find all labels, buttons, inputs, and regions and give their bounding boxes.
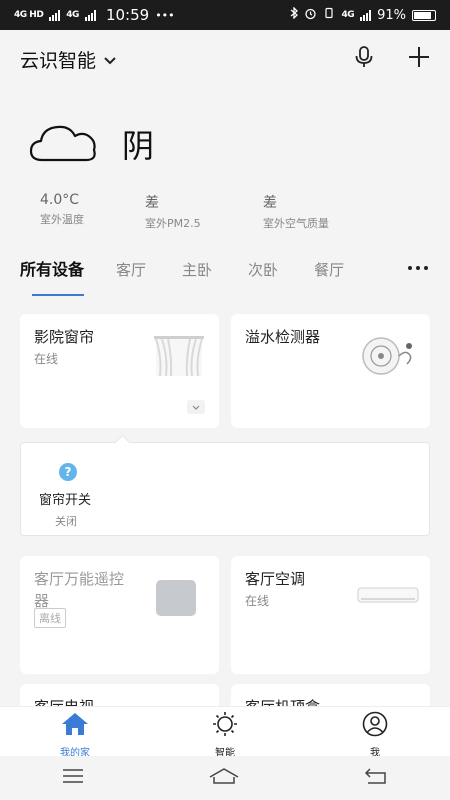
alarm-icon xyxy=(304,7,317,24)
tab-second-bedroom[interactable]: 次卧 xyxy=(248,252,278,288)
add-icon[interactable] xyxy=(408,46,430,72)
cloud-icon xyxy=(28,120,100,168)
header-actions xyxy=(354,46,430,72)
curtain-icon xyxy=(152,334,206,382)
stat-value: 4.0°C xyxy=(40,192,80,208)
room-tabs: 所有设备 客厅 主卧 次卧 餐厅 xyxy=(0,248,450,296)
status-time: 10:59 xyxy=(105,6,150,24)
subdevice-name: 窗帘开关 xyxy=(39,493,92,508)
menu-icon[interactable] xyxy=(62,768,84,788)
signal-bars-icon xyxy=(360,9,372,21)
stat-label: 室外空气质量 xyxy=(263,217,329,230)
stat-value: 差 xyxy=(263,195,277,211)
status-right: 4G 91% xyxy=(290,6,436,24)
stat-label: 室外温度 xyxy=(40,213,84,226)
chevron-down-icon xyxy=(104,48,116,70)
device-card-cinema-curtain[interactable]: 影院窗帘 在线 xyxy=(20,314,219,428)
device-name: 客厅万能遥控器 xyxy=(34,570,125,610)
help-icon: ? xyxy=(59,463,77,481)
chevron-down-icon[interactable] xyxy=(187,400,205,414)
water-sensor-icon xyxy=(359,334,419,382)
subdevice-status: 关闭 xyxy=(55,515,77,528)
weather-summary: 阴 xyxy=(28,120,428,168)
stat-label: 室外PM2.5 xyxy=(145,217,201,230)
vibrate-icon xyxy=(323,7,335,23)
offline-badge: 离线 xyxy=(34,608,66,628)
tab-master-bedroom[interactable]: 主卧 xyxy=(182,252,212,288)
signal-label-2: 4G xyxy=(66,10,79,20)
stat-value: 差 xyxy=(145,195,159,211)
device-card-living-room-ac[interactable]: 客厅空调 在线 xyxy=(231,556,430,674)
home-selector[interactable]: 云识智能 xyxy=(20,46,116,73)
back-icon[interactable] xyxy=(364,767,388,789)
device-status: 在线 xyxy=(34,352,59,366)
signal-label-3: 4G xyxy=(341,10,355,20)
outdoor-pm25: 差 室外PM2.5 xyxy=(145,192,251,231)
device-name: 客厅空调 xyxy=(245,570,306,588)
signal-bars-icon xyxy=(84,9,96,21)
status-bar: 4G HD 4G 10:59 ••• 4G 91% xyxy=(0,0,450,30)
nav-my-home[interactable]: 我的家 xyxy=(15,707,135,759)
weather-panel: 阴 4.0°C 室外温度 差 室外PM2.5 差 室外空气质量 xyxy=(28,120,428,231)
outdoor-air-quality: 差 室外空气质量 xyxy=(263,192,329,231)
battery-icon xyxy=(412,9,436,21)
weather-stats: 4.0°C 室外温度 差 室外PM2.5 差 室外空气质量 xyxy=(28,192,428,231)
tab-all-devices[interactable]: 所有设备 xyxy=(20,252,85,296)
curtain-switch-panel[interactable]: ? 窗帘开关 关闭 xyxy=(20,442,430,536)
tab-living-room[interactable]: 客厅 xyxy=(116,252,146,288)
app-header: 云识智能 xyxy=(0,30,450,88)
microphone-icon[interactable] xyxy=(354,46,374,72)
weather-condition: 阴 xyxy=(122,127,155,165)
sun-icon xyxy=(210,711,240,741)
signal-bars-icon xyxy=(49,9,61,21)
signal-label-1: 4G HD xyxy=(14,10,44,20)
status-left: 4G HD 4G 10:59 ••• xyxy=(14,6,175,24)
home-button-icon[interactable] xyxy=(209,767,239,789)
device-name: 影院窗帘 xyxy=(34,328,95,346)
system-navigation-bar xyxy=(0,756,450,800)
device-name: 溢水检测器 xyxy=(245,328,321,346)
outdoor-temperature: 4.0°C 室外温度 xyxy=(40,192,133,231)
tab-dining-room[interactable]: 餐厅 xyxy=(314,252,344,288)
bottom-navigation: 我的家 智能 我 xyxy=(0,706,450,759)
battery-percent: 91% xyxy=(377,7,406,23)
home-icon xyxy=(60,711,90,741)
more-tabs-icon[interactable] xyxy=(408,266,428,270)
air-conditioner-icon xyxy=(357,586,419,612)
bluetooth-icon xyxy=(290,6,299,23)
device-card-universal-remote[interactable]: 客厅万能遥控器 离线 xyxy=(20,556,219,674)
nav-smart[interactable]: 智能 xyxy=(165,707,285,759)
notification-dots: ••• xyxy=(155,8,175,22)
user-icon xyxy=(360,711,390,741)
device-card-water-leak-detector[interactable]: 溢水检测器 xyxy=(231,314,430,428)
nav-me[interactable]: 我 xyxy=(315,707,435,759)
remote-hub-icon xyxy=(156,580,196,616)
home-name: 云识智能 xyxy=(20,49,97,72)
device-status: 在线 xyxy=(245,594,270,608)
